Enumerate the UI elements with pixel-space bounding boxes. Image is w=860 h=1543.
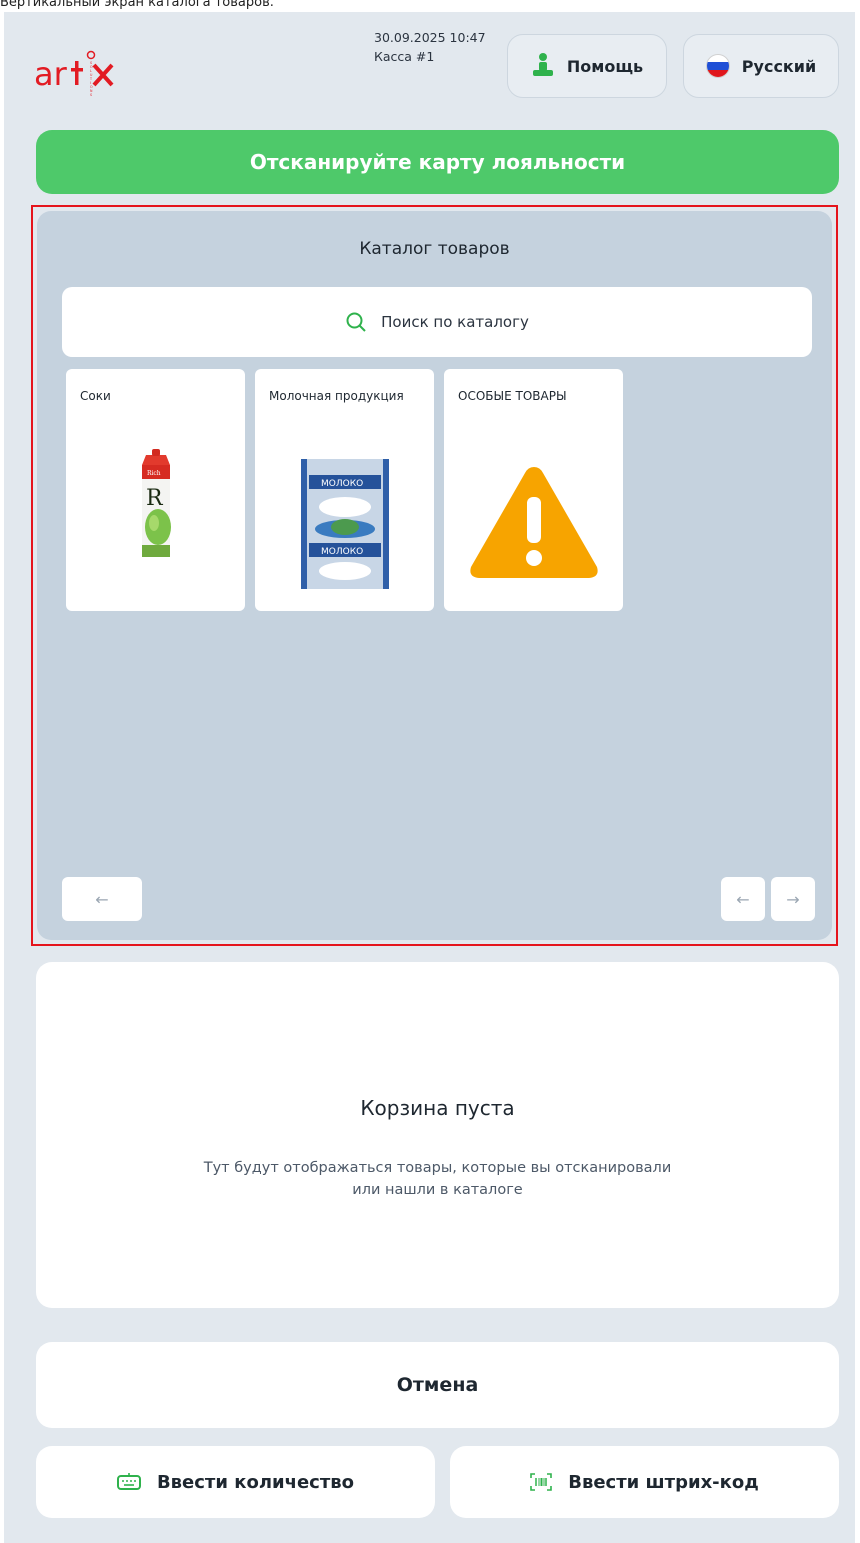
language-label: Русский bbox=[741, 56, 817, 76]
barcode-icon bbox=[530, 1473, 553, 1491]
search-icon bbox=[346, 312, 366, 332]
category-tile-special[interactable]: ОСОБЫЕ ТОВАРЫ bbox=[444, 369, 623, 611]
screen-caption: Вертикальный экран каталога товаров. bbox=[0, 0, 274, 10]
category-tile-dairy[interactable]: Молочная продукция МОЛОКО МОЛОКО bbox=[255, 369, 434, 611]
loyalty-label: Отсканируйте карту лояльности bbox=[249, 150, 626, 174]
warning-triangle-icon bbox=[469, 467, 598, 578]
search-placeholder: Поиск по каталогу bbox=[381, 313, 529, 331]
artix-logo: ar SOL UTI ONS bbox=[34, 50, 114, 97]
category-label: ОСОБЫЕ ТОВАРЫ bbox=[458, 389, 567, 403]
enter-barcode-button[interactable]: Ввести штрих-код bbox=[450, 1446, 839, 1518]
arrow-left-icon: ← bbox=[95, 889, 109, 909]
cancel-button[interactable]: Отмена bbox=[36, 1342, 839, 1428]
cancel-label: Отмена bbox=[396, 1374, 479, 1396]
svg-text:ar: ar bbox=[34, 55, 68, 93]
keyboard-icon bbox=[116, 1473, 141, 1490]
catalog-search-input[interactable]: Поиск по каталогу bbox=[62, 287, 812, 357]
datetime-block: 30.09.2025 10:47 Касса #1 bbox=[374, 28, 486, 67]
pager-prev-page-button[interactable]: ← bbox=[62, 877, 142, 921]
svg-text:Rich: Rich bbox=[147, 470, 161, 477]
category-label: Соки bbox=[80, 389, 111, 403]
register-number: Касса #1 bbox=[374, 49, 435, 65]
kiosk-screen: ar SOL UTI ONS 30.09.2025 10:47 Касса #1… bbox=[4, 12, 855, 1543]
category-label: Молочная продукция bbox=[269, 389, 404, 403]
catalog-highlight-frame: Каталог товаров Поиск по каталогу Соки R… bbox=[31, 205, 838, 946]
enter-quantity-label: Ввести количество bbox=[156, 1471, 355, 1493]
cart-empty-title: Корзина пуста bbox=[360, 1096, 515, 1120]
person-help-icon bbox=[532, 53, 553, 76]
catalog-panel: Каталог товаров Поиск по каталогу Соки R… bbox=[37, 211, 832, 940]
category-grid: Соки Rich R Молочная продукция МОЛОКО МО… bbox=[66, 369, 623, 611]
cart-empty-description: Тут будут отображаться товары, которые в… bbox=[203, 1160, 672, 1198]
current-datetime: 30.09.2025 10:47 bbox=[374, 30, 486, 45]
pager-prev-button[interactable]: ← bbox=[721, 877, 765, 921]
russian-flag-icon bbox=[705, 54, 730, 78]
help-button[interactable]: Помощь bbox=[507, 34, 667, 98]
milk-package-image: МОЛОКО МОЛОКО bbox=[300, 459, 389, 589]
help-label: Помощь bbox=[566, 56, 644, 76]
arrow-right-icon: → bbox=[786, 889, 800, 909]
svg-text:МОЛОКО: МОЛОКО bbox=[321, 547, 363, 557]
category-tile-juices[interactable]: Соки Rich R bbox=[66, 369, 245, 611]
svg-text:МОЛОКО: МОЛОКО bbox=[321, 479, 363, 489]
arrow-left-icon: ← bbox=[736, 889, 750, 909]
language-button[interactable]: Русский bbox=[683, 34, 839, 98]
cart-panel: Корзина пуста Тут будут отображаться тов… bbox=[36, 962, 839, 1308]
enter-barcode-label: Ввести штрих-код bbox=[568, 1471, 759, 1493]
svg-text:R: R bbox=[146, 486, 164, 511]
svg-text:S: S bbox=[90, 93, 92, 97]
catalog-title: Каталог товаров bbox=[359, 239, 510, 259]
loyalty-card-button[interactable]: Отсканируйте карту лояльности bbox=[36, 130, 839, 194]
pager-next-button[interactable]: → bbox=[771, 877, 815, 921]
enter-quantity-button[interactable]: Ввести количество bbox=[36, 1446, 435, 1518]
juice-carton-image: Rich R bbox=[141, 449, 171, 557]
